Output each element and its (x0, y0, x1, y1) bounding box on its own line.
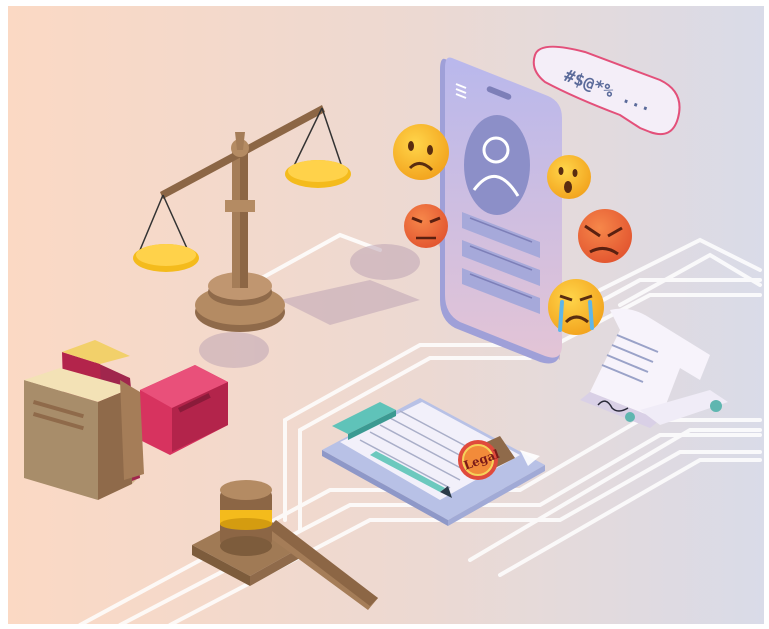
legal-illustration: #$@*% ... Legal (8, 6, 764, 627)
emoji-angry-icon (578, 209, 632, 263)
emoji-shocked-icon (547, 155, 591, 199)
emoji-angry-icon (404, 204, 448, 248)
emoji-crying-icon (548, 279, 604, 335)
profile-icon (464, 115, 530, 215)
smartphone-icon (440, 57, 562, 364)
emoji-sad-icon (393, 124, 449, 180)
